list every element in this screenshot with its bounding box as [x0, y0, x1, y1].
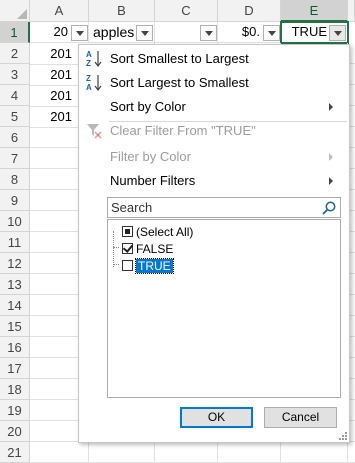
svg-text:Z: Z [86, 74, 91, 83]
tree-branch [113, 264, 119, 265]
sort-descending-icon: Z A [86, 74, 102, 92]
filter-by-color-label: Filter by Color [110, 149, 191, 164]
filter-dropdown-d[interactable] [263, 25, 280, 41]
row-header-1[interactable]: 1 [0, 22, 30, 43]
submenu-arrow-icon [329, 103, 333, 111]
autofilter-dropdown: A Z Sort Smallest to Largest Z A Sort La… [78, 44, 350, 443]
row-header-11[interactable]: 11 [0, 232, 30, 253]
filter-values-list: (Select All) FALSE TRUE [107, 219, 341, 398]
row-header-21[interactable]: 21 [0, 442, 30, 463]
sort-ascending-item[interactable]: A Z Sort Smallest to Largest [79, 47, 349, 71]
svg-text:Z: Z [86, 59, 91, 68]
clear-filter-icon [87, 124, 102, 139]
select-all-label: (Select All) [136, 225, 194, 239]
false-label: FALSE [136, 242, 174, 256]
number-filters-label: Number Filters [110, 173, 196, 188]
grid-cell[interactable] [281, 442, 348, 463]
select-all-corner[interactable] [0, 0, 30, 22]
row-header-3[interactable]: 3 [0, 64, 30, 85]
sort-ascending-label: Sort Smallest to Largest [110, 51, 249, 66]
row-header-4[interactable]: 4 [0, 85, 30, 106]
svg-text:A: A [86, 83, 92, 92]
row-header-10[interactable]: 10 [0, 211, 30, 232]
row-header-14[interactable]: 14 [0, 295, 30, 316]
clear-filter-item: Clear Filter From "TRUE" [79, 119, 349, 143]
grid-cell[interactable] [218, 442, 281, 463]
filter-search-box[interactable] [107, 197, 341, 218]
column-header-e[interactable]: E [281, 0, 348, 22]
grid-cell[interactable] [89, 442, 155, 463]
list-item-select-all[interactable]: (Select All) [122, 224, 193, 240]
submenu-arrow-icon [329, 177, 333, 185]
row-header-5[interactable]: 5 [0, 106, 30, 127]
row-header-13[interactable]: 13 [0, 274, 30, 295]
sort-descending-label: Sort Largest to Smallest [110, 75, 249, 90]
row-header-9[interactable]: 9 [0, 190, 30, 211]
checkbox-true[interactable] [122, 260, 133, 271]
cancel-button[interactable]: Cancel [264, 407, 337, 428]
ok-button[interactable]: OK [180, 407, 253, 428]
row-header-16[interactable]: 16 [0, 337, 30, 358]
active-cell-outline [280, 21, 349, 44]
grid-cell[interactable] [348, 442, 355, 463]
sort-by-color-item[interactable]: Sort by Color [79, 95, 349, 119]
sort-by-color-label: Sort by Color [110, 99, 186, 114]
filter-search-input[interactable] [108, 198, 308, 217]
number-filters-item[interactable]: Number Filters [79, 169, 349, 193]
column-header-c[interactable]: C [155, 0, 218, 22]
grid-cell[interactable] [30, 442, 89, 463]
row-header-7[interactable]: 7 [0, 148, 30, 169]
clear-filter-label: Clear Filter From "TRUE" [110, 123, 256, 138]
column-header-b[interactable]: B [89, 0, 155, 22]
row-header-2[interactable]: 2 [0, 43, 30, 64]
true-label: TRUE [135, 258, 174, 274]
row-header-19[interactable]: 19 [0, 400, 30, 421]
column-header-d[interactable]: D [218, 0, 281, 22]
submenu-arrow-icon [329, 153, 333, 161]
filter-by-color-item: Filter by Color [79, 145, 349, 169]
row-header-17[interactable]: 17 [0, 358, 30, 379]
search-icon[interactable] [321, 200, 337, 216]
row-header-20[interactable]: 20 [0, 421, 30, 442]
row-header-6[interactable]: 6 [0, 127, 30, 148]
list-item-true[interactable]: TRUE [122, 258, 174, 274]
tree-line [113, 231, 119, 267]
row-header-8[interactable]: 8 [0, 169, 30, 190]
svg-text:A: A [86, 50, 92, 59]
resize-grip-icon[interactable] [339, 432, 347, 440]
checkbox-select-all[interactable] [122, 226, 133, 237]
row-header-15[interactable]: 15 [0, 316, 30, 337]
checkbox-false[interactable] [122, 243, 133, 254]
row-header-18[interactable]: 18 [0, 379, 30, 400]
row-header-12[interactable]: 12 [0, 253, 30, 274]
filter-dropdown-a[interactable] [71, 25, 88, 41]
grid-cell[interactable] [155, 442, 218, 463]
tree-branch [113, 247, 119, 248]
filter-dropdown-b[interactable] [136, 25, 153, 41]
sort-descending-item[interactable]: Z A Sort Largest to Smallest [79, 71, 349, 95]
column-header-a[interactable]: A [30, 0, 89, 22]
sort-ascending-icon: A Z [86, 50, 102, 68]
list-item-false[interactable]: FALSE [122, 241, 173, 257]
column-header-f[interactable] [348, 0, 355, 22]
filter-dropdown-c[interactable] [200, 25, 217, 41]
